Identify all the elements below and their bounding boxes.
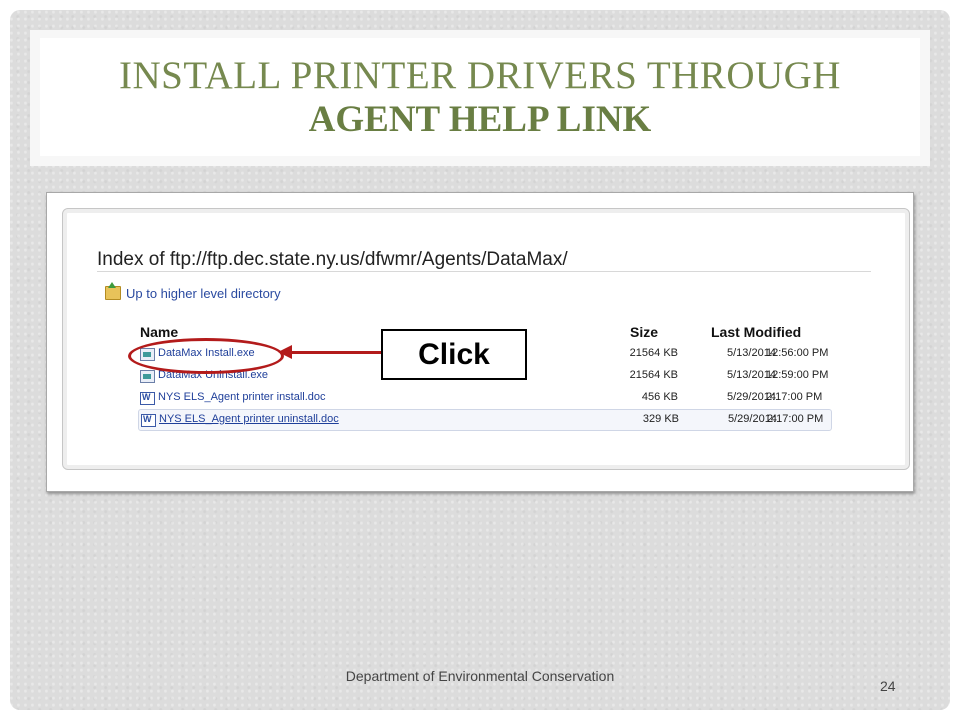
word-doc-icon [140,392,155,405]
exe-file-icon [140,370,155,383]
file-link[interactable]: NYS ELS_Agent printer uninstall.doc [159,413,339,425]
title-line-2: AGENT HELP LINK [308,99,652,140]
file-time: 2:17:00 PM [767,413,824,425]
column-header-size[interactable]: Size [630,324,658,340]
index-heading: Index of ftp://ftp.dec.state.ny.us/dfwmr… [97,249,568,270]
column-header-last-modified[interactable]: Last Modified [711,324,801,340]
file-time: 12:59:00 PM [766,369,829,381]
arrow-left-icon [278,345,292,359]
page-number: 24 [880,678,896,694]
highlight-ellipse [128,338,284,374]
title-line-1: INSTALL PRINTER DRIVERS THROUGH [119,54,841,97]
file-size: 21564 KB [629,369,678,381]
up-directory-link[interactable]: Up to higher level directory [105,282,281,301]
file-row-selected[interactable]: NYS ELS_Agent printer uninstall.doc 329 … [138,409,832,431]
footer-department: Department of Environmental Conservation [345,668,615,684]
click-callout: Click [381,329,527,380]
file-row[interactable]: NYS ELS_Agent printer install.doc 456 KB… [138,388,830,408]
folder-up-icon [105,282,121,300]
file-time: 12:56:00 PM [766,347,829,359]
up-directory-label: Up to higher level directory [126,286,281,301]
file-size: 456 KB [641,391,678,403]
file-time: 2:17:00 PM [766,391,823,403]
slide-title: INSTALL PRINTER DRIVERS THROUGH AGENT HE… [40,38,920,156]
column-header-name[interactable]: Name [140,324,178,340]
file-size: 329 KB [642,413,679,425]
callout-arrow-line [290,351,382,354]
heading-divider [97,271,871,272]
file-size: 21564 KB [629,347,678,359]
file-link[interactable]: NYS ELS_Agent printer install.doc [158,391,326,403]
word-doc-icon [141,414,156,427]
